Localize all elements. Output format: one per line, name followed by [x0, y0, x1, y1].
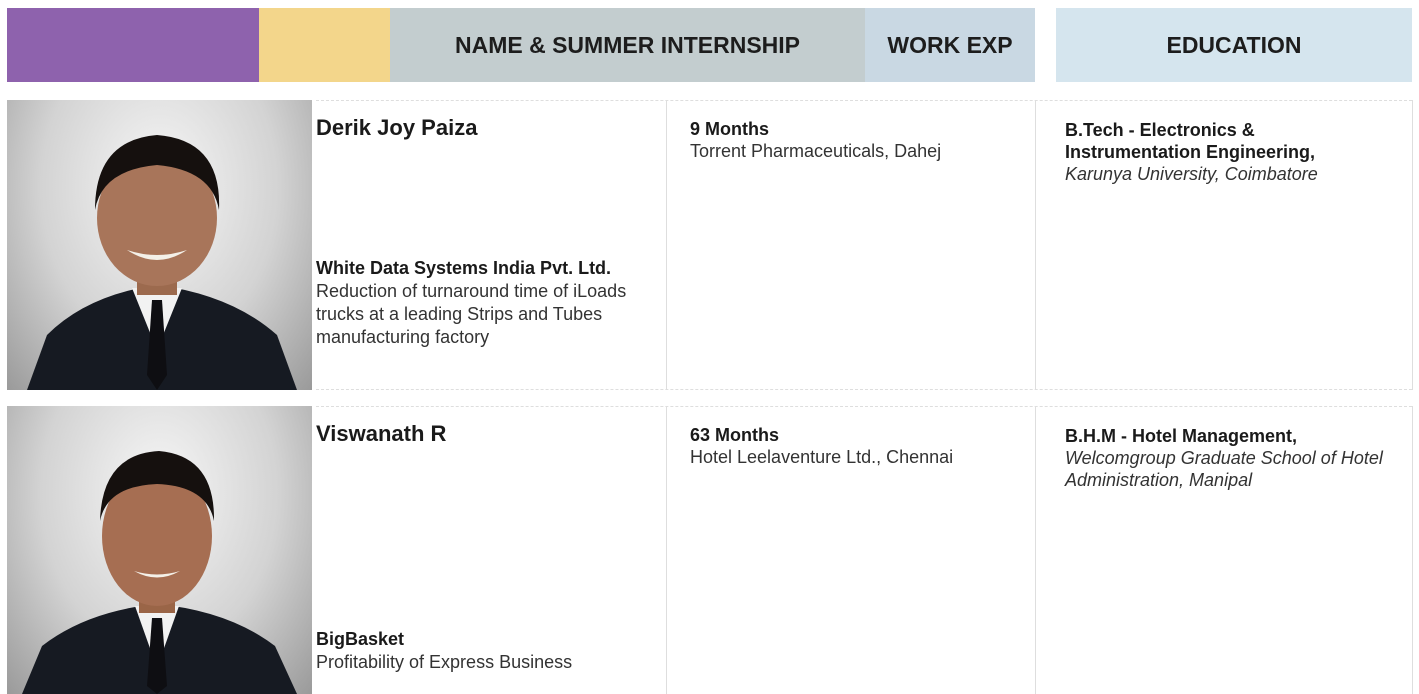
row-divider	[316, 100, 1412, 101]
row-divider	[316, 406, 1412, 407]
work-company: Hotel Leelaventure Ltd., Chennai	[690, 447, 954, 467]
internship-project: Reduction of turnaround time of iLoads t…	[316, 281, 627, 347]
profile-photo	[7, 100, 312, 390]
profile-row: Viswanath R BigBasket Profitability of E…	[0, 406, 1419, 694]
profile-row: Derik Joy Paiza White Data Systems India…	[0, 100, 1419, 390]
education-degree: B.H.M - Hotel Management,	[1065, 426, 1298, 446]
internship-company: White Data Systems India Pvt. Ltd.	[316, 258, 612, 278]
internship-project: Profitability of Express Business	[316, 652, 573, 672]
person-portrait-icon	[27, 135, 297, 390]
column-divider	[1412, 406, 1413, 694]
education-institution: Welcomgroup Graduate School of Hotel Adm…	[1065, 448, 1383, 490]
profile-photo	[7, 406, 312, 694]
header-work-label: WORK EXP	[887, 32, 1013, 58]
profile-name: Viswanath R	[316, 421, 447, 446]
person-portrait-icon	[22, 451, 297, 694]
work-duration: 63 Months	[690, 425, 780, 445]
header-yellow-block	[259, 8, 390, 82]
profile-name: Derik Joy Paiza	[316, 115, 478, 140]
row-divider	[316, 389, 1412, 390]
column-divider	[1035, 100, 1036, 390]
education-institution: Karunya University, Coimbatore	[1065, 164, 1318, 184]
header-name-label: NAME & SUMMER INTERNSHIP	[454, 32, 800, 58]
column-divider	[1035, 406, 1036, 694]
internship-company: BigBasket	[316, 629, 405, 649]
work-duration: 9 Months	[690, 119, 769, 139]
column-divider	[666, 406, 667, 694]
column-divider	[666, 100, 667, 390]
column-divider	[1412, 100, 1413, 390]
header-education-label: EDUCATION	[1166, 32, 1302, 58]
work-company: Torrent Pharmaceuticals, Dahej	[690, 141, 942, 161]
header-purple-block	[7, 8, 259, 82]
education-degree: B.Tech - Electronics & Instrumentation E…	[1065, 120, 1316, 162]
